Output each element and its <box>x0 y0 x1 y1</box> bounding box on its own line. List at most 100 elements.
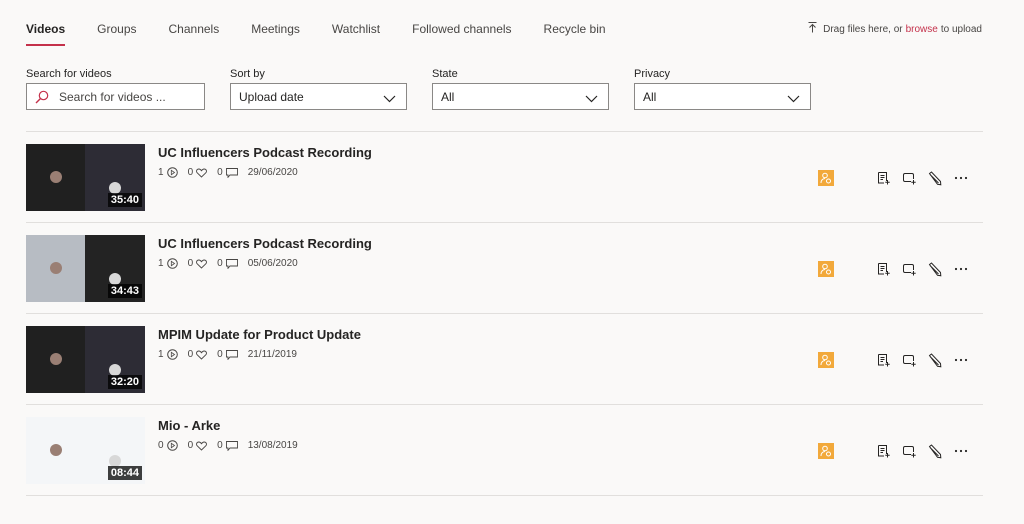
video-title[interactable]: Mio - Arke <box>158 418 308 433</box>
upload-icon <box>808 22 817 36</box>
add-to-list-icon <box>878 445 890 458</box>
tab-groups[interactable]: Groups <box>97 0 136 48</box>
permission-badge[interactable] <box>818 170 834 186</box>
video-thumbnail[interactable]: 34:43 <box>26 235 145 302</box>
video-title[interactable]: UC Influencers Podcast Recording <box>158 145 372 160</box>
user-permission-icon <box>820 445 831 457</box>
tab-watchlist[interactable]: Watchlist <box>332 0 380 48</box>
browse-link[interactable]: browse <box>906 24 938 35</box>
video-thumbnail[interactable]: 35:40 <box>26 144 145 211</box>
permission-badge[interactable] <box>818 352 834 368</box>
add-to-group-button[interactable] <box>901 170 917 186</box>
edit-button[interactable] <box>926 170 942 186</box>
more-options-button[interactable] <box>953 170 969 186</box>
row-actions <box>818 170 969 186</box>
upload-date: 21/11/2019 <box>247 349 297 360</box>
more-icon <box>954 176 968 180</box>
comment-icon <box>225 349 238 360</box>
likes-count: 0 <box>188 167 208 178</box>
tab-followed-channels[interactable]: Followed channels <box>412 0 511 48</box>
more-options-button[interactable] <box>953 352 969 368</box>
participant-avatar <box>50 171 62 183</box>
add-to-watchlist-button[interactable] <box>876 443 892 459</box>
likes-value: 0 <box>187 440 194 451</box>
tab-meetings[interactable]: Meetings <box>251 0 300 48</box>
play-icon <box>166 349 178 360</box>
state-filter: State All <box>432 68 609 110</box>
comments-count: 0 <box>217 167 238 178</box>
add-to-group-icon <box>902 446 916 458</box>
permission-badge[interactable] <box>818 261 834 277</box>
video-row[interactable]: 08:44 Mio - Arke 0 0 0 13/08/2019 <box>26 405 983 496</box>
comment-icon <box>225 440 238 451</box>
tab-recycle-bin[interactable]: Recycle bin <box>544 0 606 48</box>
add-to-group-icon <box>902 355 916 367</box>
likes-count: 0 <box>188 258 208 269</box>
views-value: 1 <box>158 258 164 269</box>
participant-avatar <box>50 444 62 456</box>
video-duration: 34:43 <box>107 284 142 298</box>
privacy-filter: Privacy All <box>634 68 811 110</box>
add-to-watchlist-button[interactable] <box>876 261 892 277</box>
video-duration: 32:20 <box>107 375 142 389</box>
pencil-icon <box>928 352 941 367</box>
chevron-down-icon <box>787 92 800 106</box>
tab-channels[interactable]: Channels <box>169 0 220 48</box>
upload-dropzone[interactable]: Drag files here, or browse to upload <box>808 22 982 36</box>
likes-count: 0 <box>188 440 208 451</box>
views-value: 1 <box>158 167 164 178</box>
add-to-watchlist-button[interactable] <box>876 352 892 368</box>
more-icon <box>954 449 968 453</box>
add-to-watchlist-button[interactable] <box>876 170 892 186</box>
row-actions <box>818 261 969 277</box>
video-title[interactable]: UC Influencers Podcast Recording <box>158 236 372 251</box>
state-value: All <box>441 89 455 104</box>
privacy-dropdown[interactable]: All <box>634 83 811 110</box>
edit-button[interactable] <box>926 261 942 277</box>
more-options-button[interactable] <box>953 261 969 277</box>
edit-button[interactable] <box>926 352 942 368</box>
edit-button[interactable] <box>926 443 942 459</box>
tab-bar: Videos Groups Channels Meetings Watchlis… <box>26 0 638 48</box>
pencil-icon <box>928 261 941 276</box>
heart-icon <box>196 259 208 269</box>
permission-badge[interactable] <box>818 443 834 459</box>
search-input[interactable]: Search for videos ... <box>26 83 205 110</box>
views-count: 1 <box>158 167 178 178</box>
tab-videos[interactable]: Videos <box>26 0 66 48</box>
add-to-group-button[interactable] <box>901 261 917 277</box>
add-to-list-icon <box>878 172 890 185</box>
search-icon <box>35 90 55 104</box>
likes-value: 0 <box>187 258 194 269</box>
video-title[interactable]: MPIM Update for Product Update <box>158 327 361 342</box>
state-label: State <box>432 68 458 80</box>
sort-dropdown[interactable]: Upload date <box>230 83 407 110</box>
comments-value: 0 <box>217 167 223 178</box>
video-list: 35:40 UC Influencers Podcast Recording 1… <box>26 131 983 496</box>
add-to-list-icon <box>878 263 890 276</box>
video-info: Mio - Arke 0 0 0 13/08/2019 <box>158 418 308 451</box>
sort-value: Upload date <box>239 89 304 104</box>
video-row[interactable]: 32:20 MPIM Update for Product Update 1 0… <box>26 314 983 405</box>
add-to-group-button[interactable] <box>901 352 917 368</box>
comments-count: 0 <box>217 440 238 451</box>
video-meta: 1 0 0 29/06/2020 <box>158 167 372 178</box>
more-icon <box>954 267 968 271</box>
video-info: UC Influencers Podcast Recording 1 0 0 0… <box>158 236 372 269</box>
comment-icon <box>225 167 238 178</box>
video-row[interactable]: 35:40 UC Influencers Podcast Recording 1… <box>26 132 983 223</box>
participant-avatar <box>50 262 62 274</box>
comments-count: 0 <box>217 349 238 360</box>
add-to-list-icon <box>878 354 890 367</box>
add-to-group-button[interactable] <box>901 443 917 459</box>
video-thumbnail[interactable]: 08:44 <box>26 417 145 484</box>
state-dropdown[interactable]: All <box>432 83 609 110</box>
video-row[interactable]: 34:43 UC Influencers Podcast Recording 1… <box>26 223 983 314</box>
likes-value: 0 <box>187 349 194 360</box>
row-actions <box>818 352 969 368</box>
search-filter: Search for videos Search for videos ... <box>26 68 205 110</box>
more-options-button[interactable] <box>953 443 969 459</box>
video-thumbnail[interactable]: 32:20 <box>26 326 145 393</box>
heart-icon <box>196 350 208 360</box>
views-value: 0 <box>158 440 164 451</box>
